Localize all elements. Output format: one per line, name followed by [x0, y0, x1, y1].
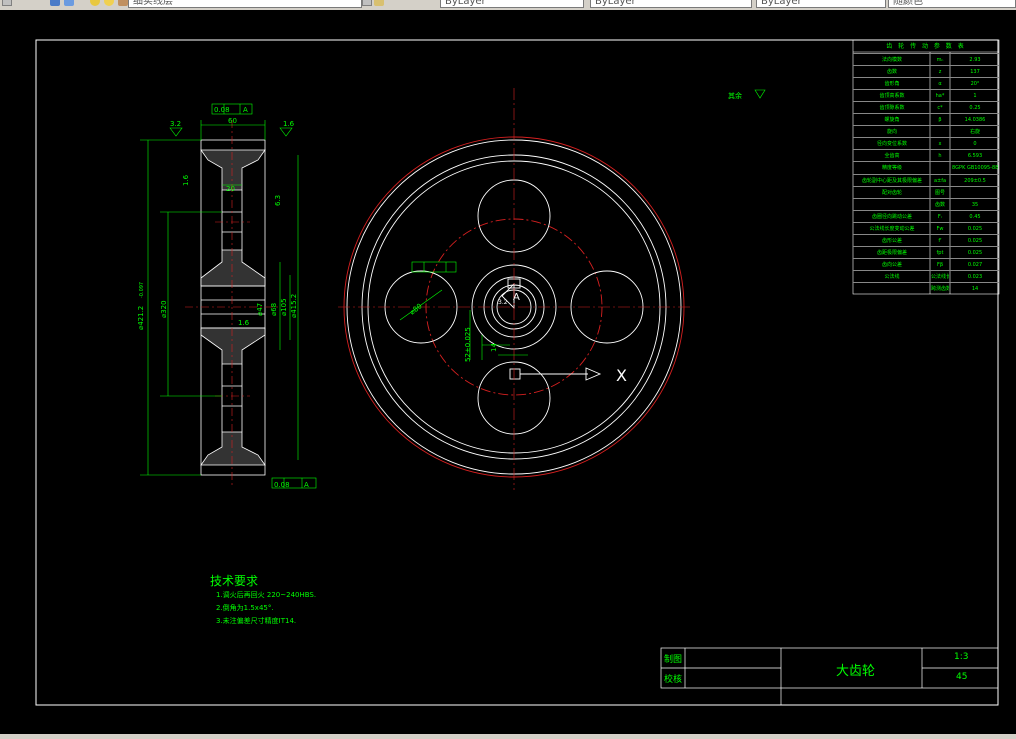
roughness-note: 其余 [728, 91, 742, 100]
plotstyle-combo[interactable]: 随颜色 [888, 0, 1016, 8]
title-block-checked: 校核 [664, 675, 683, 685]
front-centerlines [338, 88, 690, 490]
linetype-combo[interactable]: ByLayer [590, 0, 752, 8]
combo-dropdown-button[interactable] [362, 0, 372, 6]
ucs-origin [509, 368, 521, 380]
status-bar [0, 734, 1016, 739]
dim-root-diameter: ⌀320 [160, 300, 168, 318]
dim-outer-diameter: ⌀421.2 [137, 306, 145, 330]
dim-small: 1.6 [238, 319, 250, 327]
title-block-material: 45 [956, 672, 968, 682]
layer-combo[interactable]: 细实线层 [128, 0, 362, 8]
datum-ref-bottom: A [304, 481, 309, 489]
dim-outer-tolerance: -0.097 [139, 282, 145, 298]
toolbar-button[interactable] [2, 0, 12, 6]
front-dim-text: ⌀80 52±0.025 14 3.2 其余 [408, 91, 742, 362]
dim-hole-diameter: ⌀80 [408, 302, 423, 316]
layer-state-icon[interactable] [374, 0, 384, 6]
axis-label-x: X [616, 366, 627, 385]
title-block-scale: 1:3 [954, 652, 969, 662]
dim-bore2: ⌀47 [256, 303, 264, 316]
dim-key-height: 14 [490, 343, 498, 352]
dim-roughness: 3.2 [498, 299, 508, 306]
datum-ref-top: A [243, 106, 248, 114]
dim-rim2: 6.3 [274, 195, 282, 206]
tech-req-item-1: 1.调火后再回火 220~240HBS. [216, 591, 317, 599]
dim-hub-diameter: ⌀68 [270, 303, 278, 316]
dim-left-chamfer: 3.2 [170, 120, 181, 128]
dim-hub: 20 [226, 185, 235, 193]
param-table-title: 齿 轮 传 动 参 数 表 [886, 43, 966, 50]
dim-pitch-diameter: ⌀415.2 [290, 294, 298, 318]
flatness-tolerance-top: 0.08 [214, 106, 230, 114]
tech-req-title: 技术要求 [210, 574, 259, 588]
tech-req-item-2: 2.倒角为1.5x45°. [216, 604, 274, 612]
datum-label-a: A [513, 292, 520, 303]
dim-rim: 1.6 [182, 174, 190, 186]
title-block [660, 647, 999, 705]
flatness-tolerance-bottom: 0.08 [274, 481, 290, 489]
param-cell-val: 14 [971, 285, 979, 292]
lineweight-combo[interactable]: ByLayer [756, 0, 886, 8]
color-combo[interactable]: ByLayer [440, 0, 584, 8]
layer-icon[interactable] [50, 0, 60, 6]
gear-parameter-table: 齿 轮 传 动 参 数 表 法向模数 mₙ 2.93 齿数 z 137 齿形角 α 20° 齿顶高… [853, 40, 999, 294]
param-table-row: 跨测齿数 14 [853, 281, 999, 295]
bulb-icon[interactable] [90, 0, 100, 6]
layer-icon[interactable] [64, 0, 74, 6]
tech-req-item-3: 3.未注偏差尺寸精度IT14. [216, 617, 297, 625]
lock-icon[interactable] [118, 0, 128, 6]
dim-keyway: 52±0.025 [464, 327, 472, 362]
param-cell-sym: 跨测齿数 [931, 285, 949, 292]
dim-bore: ⌀105 [280, 298, 288, 316]
sun-icon[interactable] [104, 0, 114, 6]
dim-width: 60 [228, 117, 237, 125]
title-block-drawn: 制图 [664, 655, 683, 665]
dim-right-chamfer: 1.6 [283, 120, 295, 128]
title-block-part-name: 大齿轮 [836, 664, 876, 679]
